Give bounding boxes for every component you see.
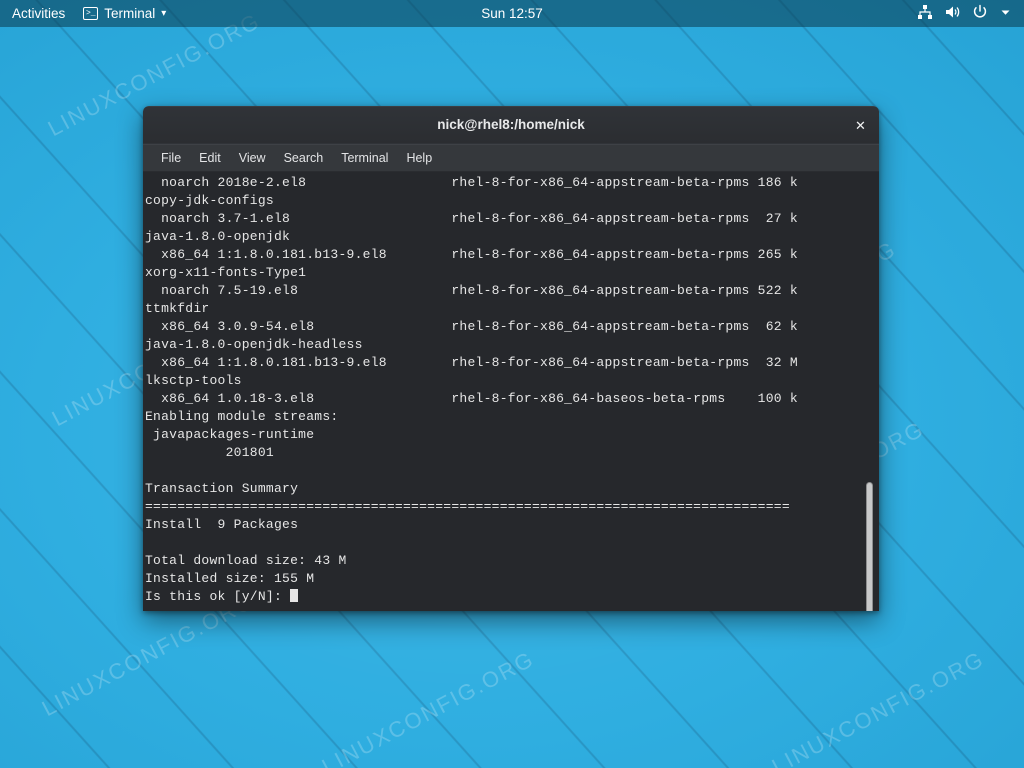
- terminal-line: x86_64 3.0.9-54.el8 rhel-8-for-x86_64-ap…: [145, 319, 798, 334]
- terminal-line: x86_64 1:1.8.0.181.b13-9.el8 rhel-8-for-…: [145, 247, 798, 262]
- menu-item-edit[interactable]: Edit: [191, 149, 229, 167]
- terminal-line: noarch 7.5-19.el8 rhel-8-for-x86_64-apps…: [145, 283, 798, 298]
- terminal-line: noarch 2018e-2.el8 rhel-8-for-x86_64-app…: [145, 175, 798, 190]
- system-tray[interactable]: [917, 4, 1024, 23]
- terminal-line: ========================================…: [145, 499, 790, 514]
- terminal-line: Installed size: 155 M: [145, 571, 315, 586]
- scrollbar-thumb[interactable]: [866, 482, 873, 611]
- app-menu-label: Terminal: [104, 6, 156, 21]
- terminal-line: copy-jdk-configs: [145, 193, 274, 208]
- terminal-line: x86_64 1.0.18-3.el8 rhel-8-for-x86_64-ba…: [145, 391, 798, 406]
- terminal-line: xorg-x11-fonts-Type1: [145, 265, 307, 280]
- terminal-line: javapackages-runtime: [145, 427, 315, 442]
- terminal-scrollbar[interactable]: [864, 172, 877, 611]
- menu-item-terminal[interactable]: Terminal: [333, 149, 396, 167]
- terminal-window: nick@rhel8:/home/nick ✕ File Edit View Sear…: [143, 106, 879, 611]
- terminal-output-area[interactable]: noarch 2018e-2.el8 rhel-8-for-x86_64-app…: [143, 172, 879, 611]
- terminal-prompt-line: Is this ok [y/N]:: [145, 588, 798, 606]
- terminal-line: lksctp-tools: [145, 373, 242, 388]
- app-menu-terminal[interactable]: >_ Terminal ▾: [75, 0, 174, 27]
- terminal-line: java-1.8.0-openjdk-headless: [145, 337, 363, 352]
- terminal-line: Total download size: 43 M: [145, 553, 347, 568]
- chevron-down-icon: ▾: [161, 8, 167, 19]
- terminal-line: Enabling module streams:: [145, 409, 339, 424]
- menu-item-file[interactable]: File: [153, 149, 189, 167]
- terminal-text: noarch 2018e-2.el8 rhel-8-for-x86_64-app…: [143, 174, 804, 606]
- window-titlebar[interactable]: nick@rhel8:/home/nick ✕: [143, 106, 879, 144]
- text-cursor: [290, 589, 299, 602]
- network-icon: [917, 4, 933, 23]
- menu-item-view[interactable]: View: [231, 149, 274, 167]
- terminal-line: noarch 3.7-1.el8 rhel-8-for-x86_64-appst…: [145, 211, 798, 226]
- power-icon: [972, 4, 988, 23]
- close-icon[interactable]: ✕: [850, 115, 871, 136]
- menu-bar: File Edit View Search Terminal Help: [143, 144, 879, 172]
- chevron-down-icon: [999, 6, 1012, 22]
- window-title: nick@rhel8:/home/nick: [437, 117, 585, 132]
- terminal-line: x86_64 1:1.8.0.181.b13-9.el8 rhel-8-for-…: [145, 355, 798, 370]
- menu-item-help[interactable]: Help: [398, 149, 440, 167]
- gnome-top-bar: Activities >_ Terminal ▾ Sun 12:57: [0, 0, 1024, 27]
- volume-icon: [944, 4, 961, 23]
- activities-button[interactable]: Activities: [0, 0, 75, 27]
- terminal-line: Install 9 Packages: [145, 517, 299, 532]
- terminal-line: Transaction Summary: [145, 481, 299, 496]
- prompt-text: Is this ok [y/N]:: [145, 589, 291, 604]
- terminal-line: 201801: [145, 445, 274, 460]
- menu-item-search[interactable]: Search: [276, 149, 332, 167]
- terminal-icon: >_: [83, 7, 99, 20]
- terminal-line: java-1.8.0-openjdk: [145, 229, 291, 244]
- terminal-line: ttmkfdir: [145, 301, 210, 316]
